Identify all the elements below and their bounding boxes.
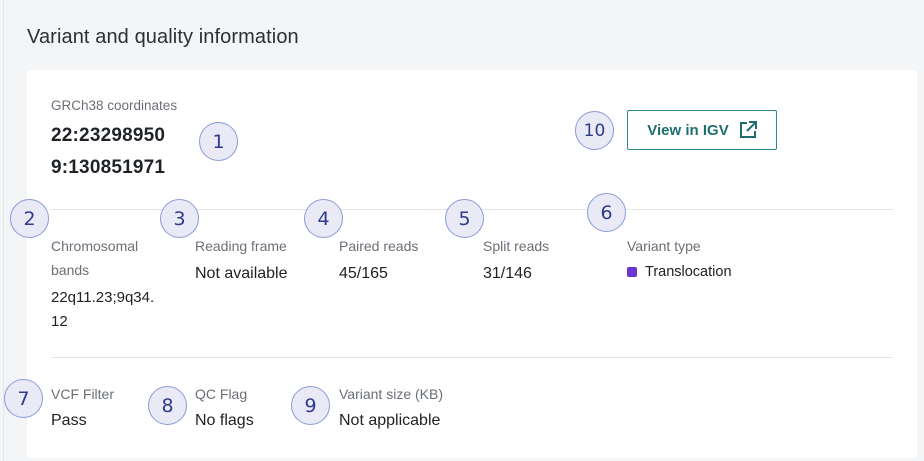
annotation-badge: 9 xyxy=(291,386,330,425)
annotation-badge: 3 xyxy=(160,199,199,238)
annotation-badge: 2 xyxy=(10,199,49,238)
annotation-badge: 6 xyxy=(587,193,626,232)
divider xyxy=(51,357,893,358)
split-reads-label: Split reads xyxy=(483,238,550,254)
paired-reads-value: 45/165 xyxy=(339,265,388,282)
annotation-badge: 1 xyxy=(199,122,238,161)
annotation-badge: 8 xyxy=(148,386,187,425)
coordinates-label: GRCh38 coordinates xyxy=(51,98,178,113)
translocation-color-swatch xyxy=(627,267,637,277)
chromosomal-bands-value: 22q11.23;9q34. xyxy=(51,289,155,306)
external-link-icon xyxy=(739,121,757,139)
vcf-filter-value: Pass xyxy=(51,412,87,429)
variant-size-label: Variant size (KB) xyxy=(339,386,443,402)
vcf-filter-label: VCF Filter xyxy=(51,386,114,402)
chromosomal-bands-label: Chromosomal xyxy=(51,238,139,254)
split-reads-value: 31/146 xyxy=(483,265,532,282)
qc-flag-label: QC Flag xyxy=(195,386,248,402)
chromosomal-bands-value: 12 xyxy=(51,313,68,330)
coordinate-value: 22:23298950 xyxy=(51,125,166,146)
chromosomal-bands-label: bands xyxy=(51,262,90,278)
paired-reads-label: Paired reads xyxy=(339,238,419,254)
coordinate-value: 9:130851971 xyxy=(51,157,166,178)
annotation-badge: 5 xyxy=(445,199,484,238)
variant-type-label: Variant type xyxy=(627,238,701,254)
view-in-igv-label: View in IGV xyxy=(647,121,729,139)
annotation-badge: 7 xyxy=(4,379,43,418)
variant-type-value: Translocation xyxy=(645,264,732,280)
reading-frame-label: Reading frame xyxy=(195,238,287,254)
annotation-badge: 4 xyxy=(304,199,343,238)
section-title: Variant and quality information xyxy=(27,26,299,48)
annotation-badge: 10 xyxy=(575,111,614,150)
reading-frame-value: Not available xyxy=(195,265,288,282)
variant-size-value: Not applicable xyxy=(339,412,441,429)
view-in-igv-button[interactable]: View in IGV xyxy=(627,110,777,150)
qc-flag-value: No flags xyxy=(195,412,254,429)
